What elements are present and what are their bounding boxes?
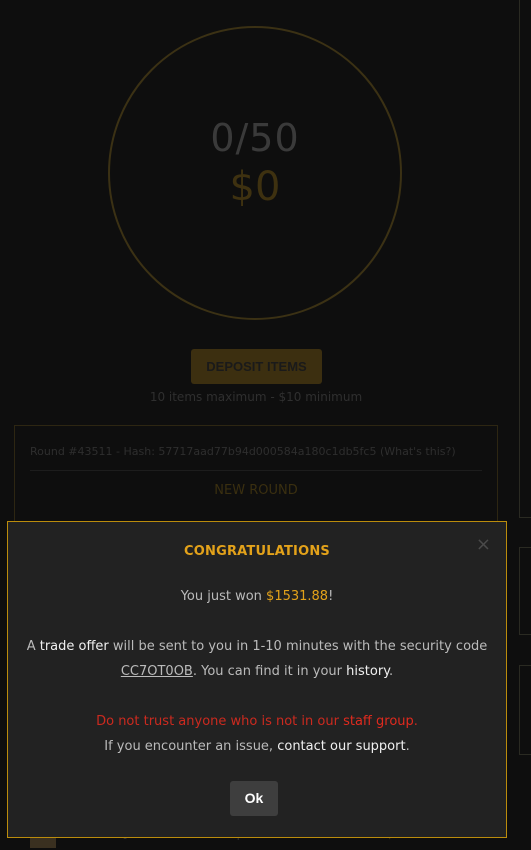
find-text: . You can find it in your (192, 664, 343, 679)
modal-title: CONGRATULATIONS (184, 544, 330, 559)
side-panel-edge (519, 665, 531, 755)
warning-suffix: . (413, 714, 418, 729)
win-prefix: You just won (180, 589, 262, 604)
deposit-items-button[interactable]: DEPOSIT ITEMS (191, 349, 322, 384)
support-message: If you encounter an issue, contact our s… (8, 739, 506, 754)
side-panel-edge (519, 547, 531, 635)
trade-mid: will be sent to you in 1-10 minutes with… (112, 639, 488, 654)
congratulations-modal: × CONGRATULATIONS You just won $1531.88!… (7, 521, 507, 838)
whats-this-link[interactable]: (What's this?) (380, 445, 456, 458)
warning-prefix: Do not trust anyone who is not in our (96, 714, 339, 729)
trade-a: A (26, 639, 36, 654)
trade-offer-message: A trade offer will be sent to you in 1-1… (8, 639, 506, 654)
issue-suffix: . (405, 739, 410, 754)
security-code: CC7OT0OB (120, 664, 193, 679)
deposit-limits-note: 10 items maximum - $10 minimum (149, 390, 363, 404)
win-amount: $1531.88 (266, 589, 329, 604)
pot-item-count: 0/50 (210, 116, 300, 160)
win-suffix: ! (328, 589, 334, 604)
win-message: You just won $1531.88! (8, 589, 506, 604)
round-hash: Round #43511 - Hash: 57717aad77b94d00058… (30, 445, 377, 458)
contact-support-link[interactable]: contact our support (277, 739, 405, 754)
warning-message: Do not trust anyone who is not in our st… (8, 714, 506, 729)
period: . (389, 664, 394, 679)
side-panel-edge (519, 0, 531, 518)
divider (30, 470, 482, 471)
pot-value: $0 (229, 164, 281, 210)
history-link[interactable]: history (346, 664, 389, 679)
trade-offer-text: trade offer (39, 639, 109, 654)
ok-button[interactable]: Ok (230, 781, 278, 816)
round-status: NEW ROUND (214, 483, 298, 498)
staff-group-link[interactable]: staff group (343, 714, 414, 729)
round-hash-info: Round #43511 - Hash: 57717aad77b94d00058… (30, 445, 456, 458)
security-code-line: CC7OT0OB. You can find it in your histor… (8, 664, 506, 679)
round-panel: Round #43511 - Hash: 57717aad77b94d00058… (14, 425, 498, 525)
issue-prefix: If you encounter an issue, (104, 739, 274, 754)
